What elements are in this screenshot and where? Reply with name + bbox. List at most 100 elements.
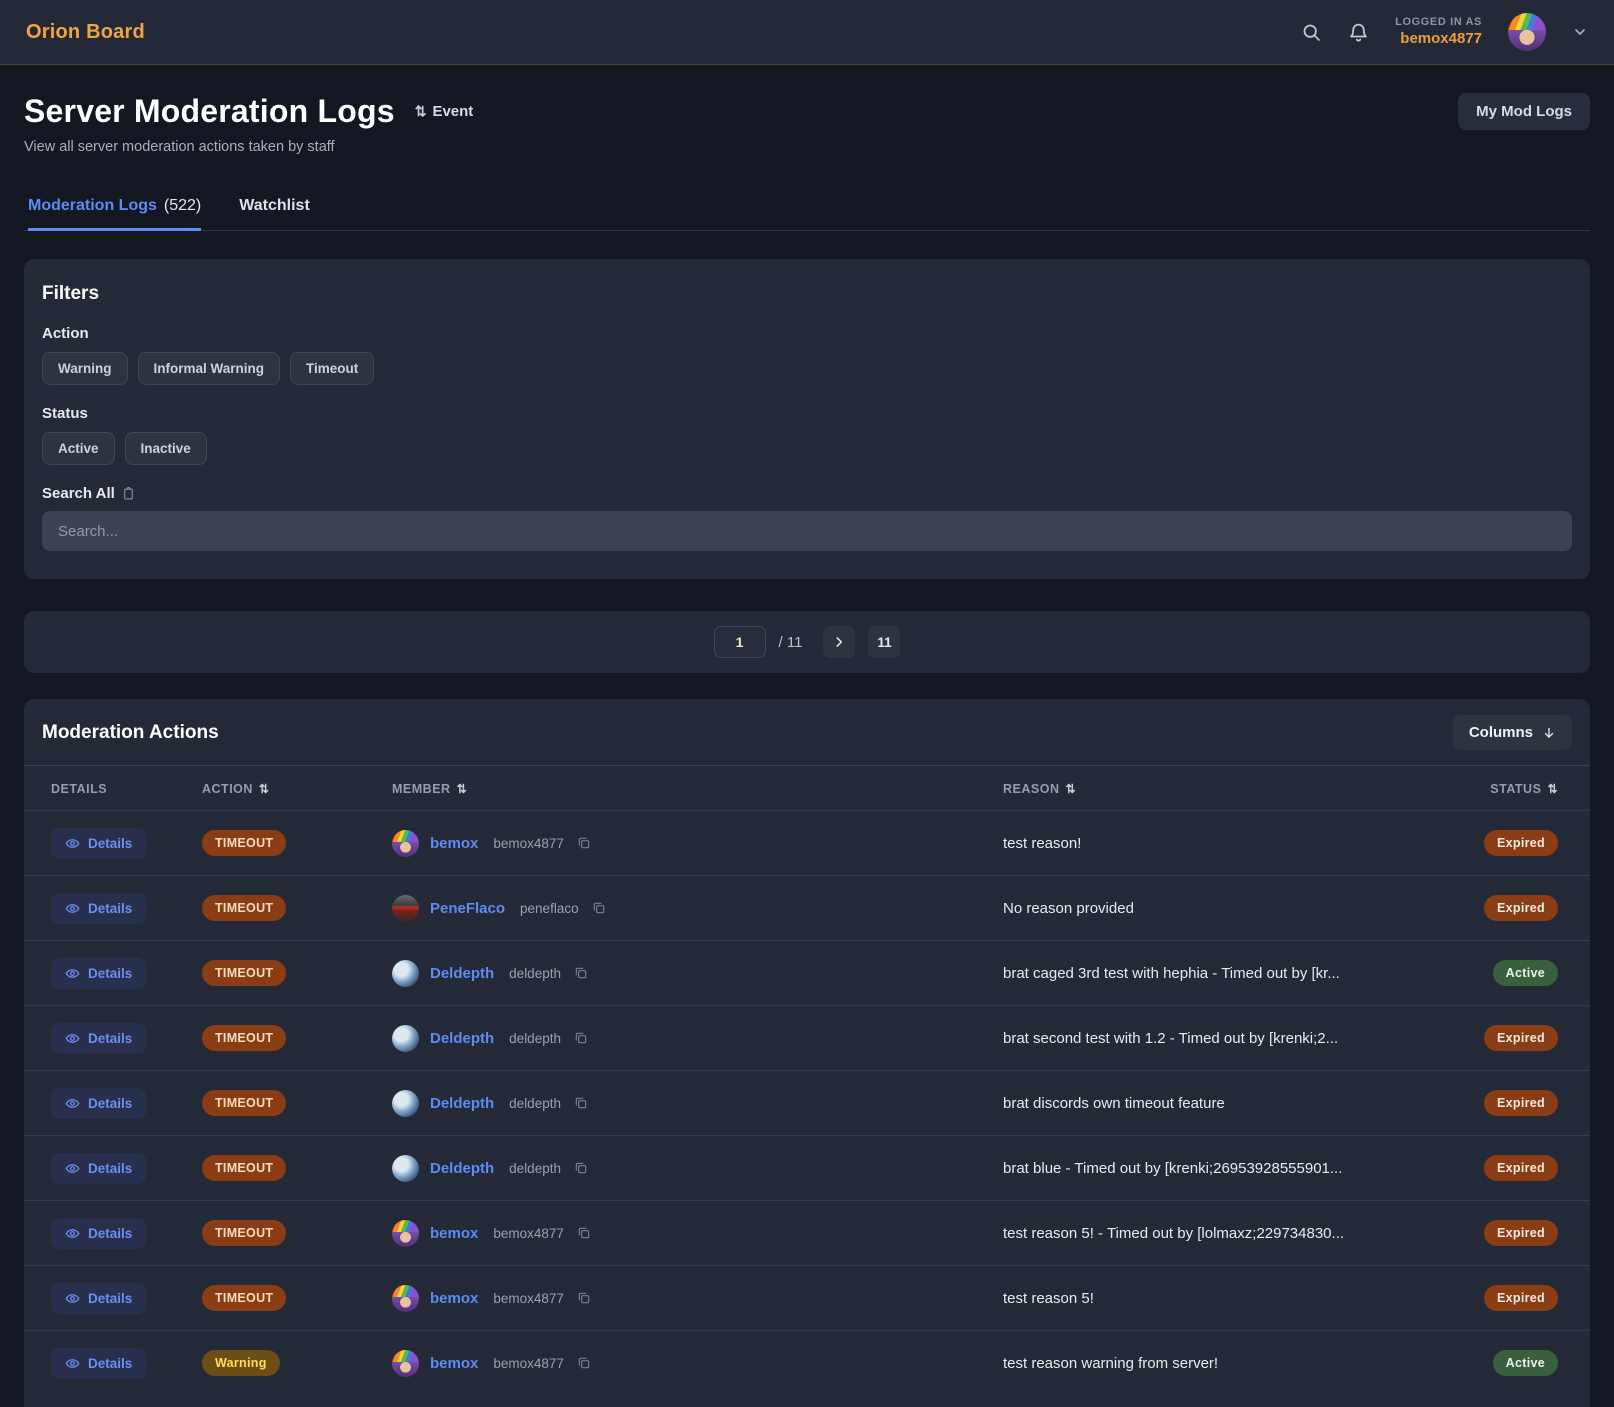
table-row: Details TIMEOUT Deldepth deldepth brat d… (24, 1070, 1590, 1135)
chevron-down-icon[interactable] (1572, 24, 1588, 40)
member-avatar (392, 960, 419, 987)
reason-text: brat second test with 1.2 - Timed out by… (1003, 1030, 1438, 1047)
details-button[interactable]: Details (51, 1088, 146, 1119)
page-title: Server Moderation Logs (24, 93, 395, 130)
member-name[interactable]: bemox (430, 835, 478, 852)
action-badge: TIMEOUT (202, 1285, 286, 1311)
sort-arrows-icon: ⇅ (1065, 782, 1076, 796)
details-button[interactable]: Details (51, 1218, 146, 1249)
columns-button-label: Columns (1469, 724, 1533, 741)
member-username: bemox4877 (493, 1356, 564, 1371)
action-filter-label: Action (42, 325, 1572, 342)
logged-in-as: LOGGED IN AS bemox4877 (1395, 15, 1482, 49)
action-badge: Warning (202, 1350, 280, 1376)
copy-icon[interactable] (574, 1161, 588, 1175)
reason-text: brat discords own timeout feature (1003, 1095, 1438, 1112)
action-badge: TIMEOUT (202, 960, 286, 986)
member-name[interactable]: Deldepth (430, 965, 494, 982)
member-avatar (392, 830, 419, 857)
copy-icon[interactable] (577, 1356, 591, 1370)
column-header-action[interactable]: ACTION⇅ (202, 782, 392, 796)
details-button[interactable]: Details (51, 893, 146, 924)
action-badge: TIMEOUT (202, 830, 286, 856)
status-badge: Expired (1484, 1285, 1558, 1311)
action-badge: TIMEOUT (202, 1090, 286, 1116)
status-filter-label: Status (42, 405, 1572, 422)
my-mod-logs-button[interactable]: My Mod Logs (1458, 93, 1590, 130)
member-name[interactable]: bemox (430, 1290, 478, 1307)
app-logo[interactable]: Orion Board (26, 21, 145, 44)
table-row: Details Warning bemox bemox4877 test rea… (24, 1330, 1590, 1395)
page-subtitle: View all server moderation actions taken… (24, 139, 473, 155)
reason-text: test reason 5! (1003, 1290, 1438, 1307)
table-row: Details TIMEOUT bemox bemox4877 test rea… (24, 1200, 1590, 1265)
reason-text: test reason! (1003, 835, 1438, 852)
eye-icon (65, 1291, 80, 1306)
column-header-reason[interactable]: REASON⇅ (1003, 782, 1438, 796)
tab-count: (522) (164, 197, 201, 215)
details-button[interactable]: Details (51, 1348, 146, 1379)
table-header-row: DETAILS ACTION⇅ MEMBER⇅ REASON⇅ STATUS⇅ (24, 766, 1590, 810)
member-username: bemox4877 (493, 1226, 564, 1241)
user-avatar[interactable] (1508, 13, 1546, 51)
action-badge: TIMEOUT (202, 895, 286, 921)
table-row: Details TIMEOUT PeneFlaco peneflaco No r… (24, 875, 1590, 940)
copy-icon[interactable] (577, 1291, 591, 1305)
tab-moderation-logs[interactable]: Moderation Logs (522) (28, 197, 201, 231)
table-row: Details TIMEOUT Deldepth deldepth brat s… (24, 1005, 1590, 1070)
event-sort-control[interactable]: ⇅ Event (415, 103, 474, 120)
details-button[interactable]: Details (51, 958, 146, 989)
details-button[interactable]: Details (51, 1283, 146, 1314)
copy-icon[interactable] (577, 836, 591, 850)
filter-status-active[interactable]: Active (42, 432, 115, 465)
filters-panel: Filters Action Warning Informal Warning … (24, 259, 1590, 579)
copy-icon[interactable] (577, 1226, 591, 1240)
page-number-input[interactable] (714, 626, 766, 658)
copy-icon[interactable] (574, 1096, 588, 1110)
details-button[interactable]: Details (51, 828, 146, 859)
copy-icon[interactable] (574, 1031, 588, 1045)
search-icon[interactable] (1301, 22, 1322, 43)
filter-action-informal-warning[interactable]: Informal Warning (138, 352, 281, 385)
column-header-status[interactable]: STATUS⇅ (1490, 782, 1558, 796)
columns-button[interactable]: Columns (1453, 715, 1572, 750)
eye-icon (65, 1161, 80, 1176)
member-name[interactable]: Deldepth (430, 1030, 494, 1047)
page-total-label: / 11 (779, 634, 803, 651)
member-avatar (392, 895, 419, 922)
eye-icon (65, 1031, 80, 1046)
member-username: deldepth (509, 966, 561, 981)
sort-arrows-icon: ⇅ (415, 103, 427, 120)
copy-icon[interactable] (592, 901, 606, 915)
sort-arrows-icon: ⇅ (457, 782, 468, 796)
details-button[interactable]: Details (51, 1153, 146, 1184)
member-name[interactable]: Deldepth (430, 1160, 494, 1177)
notifications-bell-icon[interactable] (1348, 22, 1369, 43)
member-avatar (392, 1090, 419, 1117)
tab-label: Moderation Logs (28, 197, 157, 215)
table-row: Details TIMEOUT bemox bemox4877 test rea… (24, 810, 1590, 875)
details-button[interactable]: Details (51, 1023, 146, 1054)
table-row: Details TIMEOUT bemox bemox4877 test rea… (24, 1265, 1590, 1330)
tab-watchlist[interactable]: Watchlist (239, 197, 310, 231)
logged-in-username: bemox4877 (1395, 29, 1482, 49)
filter-action-warning[interactable]: Warning (42, 352, 128, 385)
status-badge: Active (1493, 960, 1558, 986)
action-badge: TIMEOUT (202, 1155, 286, 1181)
filter-action-timeout[interactable]: Timeout (290, 352, 374, 385)
member-username: peneflaco (520, 901, 579, 916)
search-input[interactable] (42, 511, 1572, 551)
filter-status-inactive[interactable]: Inactive (125, 432, 207, 465)
last-page-button[interactable]: 11 (868, 626, 900, 658)
member-name[interactable]: Deldepth (430, 1095, 494, 1112)
member-name[interactable]: bemox (430, 1355, 478, 1372)
sort-arrows-icon: ⇅ (259, 782, 270, 796)
next-page-button[interactable] (823, 626, 855, 658)
member-name[interactable]: PeneFlaco (430, 900, 505, 917)
reason-text: test reason 5! - Timed out by [lolmaxz;2… (1003, 1225, 1438, 1242)
column-header-member[interactable]: MEMBER⇅ (392, 782, 1003, 796)
member-name[interactable]: bemox (430, 1225, 478, 1242)
copy-icon[interactable] (574, 966, 588, 980)
search-all-label: Search All (42, 485, 115, 502)
reason-text: brat caged 3rd test with hephia - Timed … (1003, 965, 1438, 982)
